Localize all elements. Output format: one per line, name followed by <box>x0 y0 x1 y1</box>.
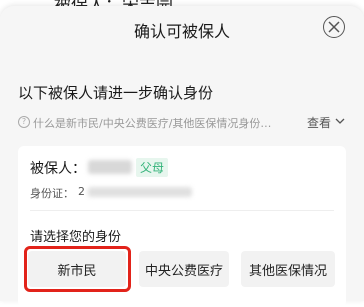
id-label: 身份证： <box>30 187 74 200</box>
help-text: 什么是新市民/中央公费医疗/其他医保情况身份… <box>33 117 272 130</box>
insured-name-redacted <box>88 160 132 174</box>
relation-badge: 父母 <box>136 158 169 177</box>
identity-option-other-insurance[interactable]: 其他医保情况 <box>241 251 335 287</box>
insured-card: 被保人： 父母 身份证： 2 请选择您的身份 新市民 中央公费医疗 其他医保情况 <box>18 146 346 307</box>
confirm-prompt: 以下被保人请进一步确认身份 <box>18 84 214 102</box>
view-more-link[interactable]: 查看 <box>307 114 331 131</box>
sheet-title: 确认可被保人 <box>133 22 230 41</box>
close-icon[interactable] <box>323 16 345 38</box>
id-number-prefix: 2 <box>78 185 85 198</box>
confirm-insured-sheet: 确认可被保人 以下被保人请进一步确认身份 ? 什么是新市民/中央公费医疗/其他医… <box>0 6 364 307</box>
question-circle-icon: ? <box>18 116 30 128</box>
identity-option-central-public-medical[interactable]: 中央公费医疗 <box>139 251 229 287</box>
help-row[interactable]: ? 什么是新市民/中央公费医疗/其他医保情况身份… 查看 <box>18 114 348 130</box>
insured-label: 被保人： <box>30 161 86 177</box>
identity-prompt: 请选择您的身份 <box>30 230 122 245</box>
card-divider <box>30 210 334 211</box>
chevron-down-icon <box>335 118 345 124</box>
id-number-redacted <box>88 187 192 197</box>
selection-highlight-box <box>24 246 131 292</box>
